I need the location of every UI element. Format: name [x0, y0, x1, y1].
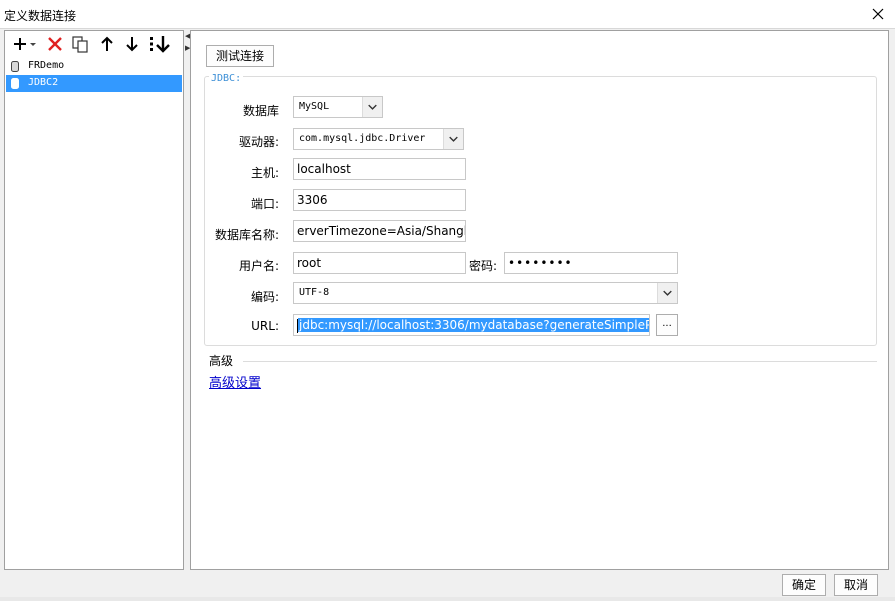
- url-input[interactable]: jdbc:mysql://localhost:3306/mydatabase?g…: [293, 314, 650, 336]
- window-title: 定义数据连接: [4, 9, 77, 23]
- driver-select[interactable]: com.mysql.jdbc.Driver: [293, 128, 464, 150]
- close-icon[interactable]: [867, 3, 889, 25]
- add-icon[interactable]: [11, 34, 39, 54]
- sort-icon[interactable]: [148, 34, 172, 54]
- advanced-divider: [243, 361, 877, 362]
- host-label: 主机:: [250, 166, 279, 180]
- taskbar-strip: [0, 597, 895, 601]
- driver-label: 驱动器:: [238, 135, 279, 149]
- connection-toolbar: [5, 31, 183, 57]
- url-value: jdbc:mysql://localhost:3306/mydatabase?g…: [298, 318, 649, 332]
- driver-value: com.mysql.jdbc.Driver: [299, 133, 426, 144]
- delete-icon[interactable]: [45, 34, 65, 54]
- advanced-settings-link[interactable]: 高级设置: [209, 372, 261, 391]
- copy-icon[interactable]: [70, 34, 90, 54]
- database-select[interactable]: MySQL: [293, 96, 383, 118]
- advanced-section-label: 高级: [209, 354, 234, 368]
- title-bar: 定义数据连接: [0, 0, 895, 29]
- chevron-down-icon[interactable]: [657, 283, 677, 303]
- database-label: 数据库: [242, 104, 279, 118]
- connection-settings-panel: 测试连接 JDBC: 数据库 MySQL 驱动器: com.mysql.jdbc…: [190, 30, 889, 570]
- tree-item-jdbc2[interactable]: JDBC2: [6, 75, 182, 92]
- chevron-down-icon[interactable]: [362, 97, 382, 117]
- tree-item-label: JDBC2: [28, 77, 59, 88]
- move-up-icon[interactable]: [97, 34, 117, 54]
- host-input[interactable]: localhost: [293, 158, 466, 180]
- url-label: URL:: [251, 319, 279, 333]
- url-browse-button[interactable]: ...: [656, 314, 678, 336]
- username-label: 用户名:: [238, 259, 279, 273]
- port-label: 端口:: [250, 197, 279, 211]
- username-input[interactable]: root: [293, 252, 466, 274]
- encoding-select[interactable]: UTF-8: [293, 282, 678, 304]
- database-icon: [11, 78, 19, 89]
- password-input[interactable]: ••••••••: [504, 252, 678, 274]
- dbname-input[interactable]: erverTimezone=Asia/Shanghai: [293, 220, 466, 242]
- connection-list-panel: FRDemo JDBC2: [4, 30, 184, 570]
- tree-item-frdemo[interactable]: FRDemo: [6, 58, 182, 75]
- password-label: 密码:: [469, 259, 498, 273]
- ok-button[interactable]: 确定: [782, 574, 826, 596]
- tree-item-label: FRDemo: [28, 60, 65, 71]
- move-down-icon[interactable]: [122, 34, 142, 54]
- encoding-value: UTF-8: [299, 287, 330, 298]
- database-value: MySQL: [299, 101, 330, 112]
- jdbc-group-label: JDBC:: [209, 73, 244, 84]
- dbname-label: 数据库名称:: [214, 228, 279, 242]
- database-icon: [11, 61, 19, 72]
- port-input[interactable]: 3306: [293, 189, 466, 211]
- encoding-label: 编码:: [250, 290, 279, 304]
- chevron-down-icon[interactable]: [443, 129, 463, 149]
- test-connection-button[interactable]: 测试连接: [206, 45, 274, 67]
- cancel-button[interactable]: 取消: [834, 574, 878, 596]
